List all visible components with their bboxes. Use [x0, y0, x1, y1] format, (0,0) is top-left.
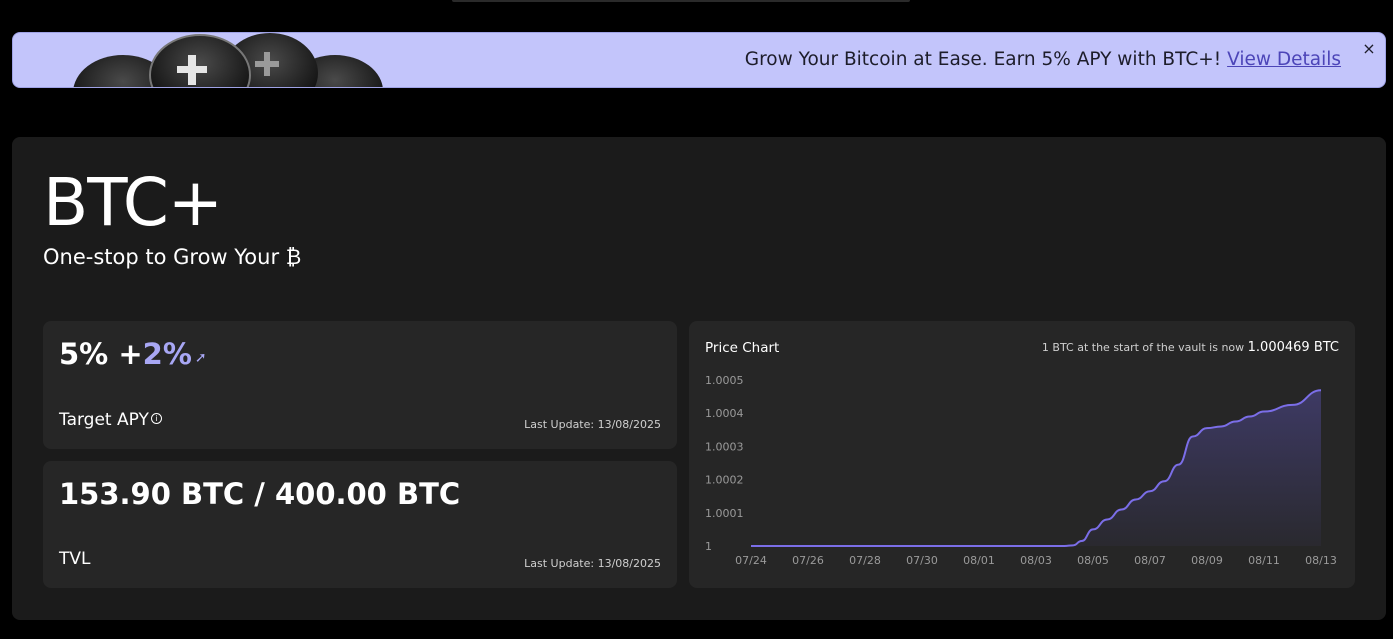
- x-tick-label: 08/09: [1191, 554, 1223, 567]
- target-apy-label: Target APY i: [59, 409, 162, 431]
- top-tab-edge: [452, 0, 910, 2]
- info-icon[interactable]: i: [150, 413, 162, 424]
- y-tick-label: 1.0001: [705, 507, 744, 520]
- y-tick-label: 1.0004: [705, 407, 744, 420]
- x-tick-label: 08/07: [1134, 554, 1166, 567]
- tvl-value: 153.90 BTC / 400.00 BTC: [59, 477, 461, 511]
- target-apy-card: 5% +2% ➚ Target APY i Last Update: 13/08/2…: [43, 321, 677, 449]
- apy-base: 5%: [59, 337, 109, 371]
- promo-banner: Grow Your Bitcoin at Ease. Earn 5% APY w…: [12, 32, 1386, 88]
- y-tick-label: 1: [705, 540, 712, 553]
- banner-text: Grow Your Bitcoin at Ease. Earn 5% APY w…: [744, 49, 1222, 70]
- price-chart-card: Price Chart 1 BTC at the start of the va…: [689, 321, 1355, 588]
- tvl-label: TVL: [59, 549, 91, 569]
- coins-illustration: [73, 33, 383, 87]
- view-details-link[interactable]: View Details: [1227, 49, 1341, 70]
- x-tick-label: 08/11: [1248, 554, 1280, 567]
- x-tick-label: 07/28: [849, 554, 881, 567]
- banner-message: Grow Your Bitcoin at Ease. Earn 5% APY w…: [745, 49, 1341, 70]
- apy-bonus: 2%: [142, 337, 192, 371]
- x-tick-label: 08/05: [1077, 554, 1109, 567]
- apy-value: 5% +2% ➚: [59, 335, 207, 377]
- price-chart: 1 1.0001 1.0002 1.0003 1.0004 1.0005 07/24 07/2…: [705, 374, 1337, 567]
- tvl-card: 153.90 BTC / 400.00 BTC TVL Last Update:…: [43, 461, 677, 588]
- close-icon[interactable]: ×: [1361, 41, 1377, 57]
- page-subtitle: One-stop to Grow Your ₿: [43, 245, 302, 269]
- chart-area-fill: [751, 390, 1321, 546]
- apy-last-update: Last Update: 13/08/2025: [524, 418, 661, 431]
- x-tick-label: 08/13: [1305, 554, 1337, 567]
- x-tick-label: 07/24: [735, 554, 767, 567]
- btc-plus-panel: BTC+ One-stop to Grow Your ₿ 5% +2% ➚ Tar…: [12, 137, 1386, 620]
- x-tick-label: 08/01: [963, 554, 995, 567]
- x-tick-label: 08/03: [1020, 554, 1052, 567]
- target-apy-text: Target APY: [59, 410, 149, 430]
- apy-plus: +: [118, 337, 143, 371]
- y-tick-label: 1.0003: [705, 440, 744, 453]
- rocket-icon: ➚: [194, 350, 207, 366]
- page-title: BTC+: [43, 164, 223, 241]
- x-tick-label: 07/30: [906, 554, 938, 567]
- x-tick-label: 07/26: [792, 554, 824, 567]
- y-tick-label: 1.0005: [705, 374, 744, 387]
- tvl-last-update: Last Update: 13/08/2025: [524, 557, 661, 570]
- y-tick-label: 1.0002: [705, 474, 744, 487]
